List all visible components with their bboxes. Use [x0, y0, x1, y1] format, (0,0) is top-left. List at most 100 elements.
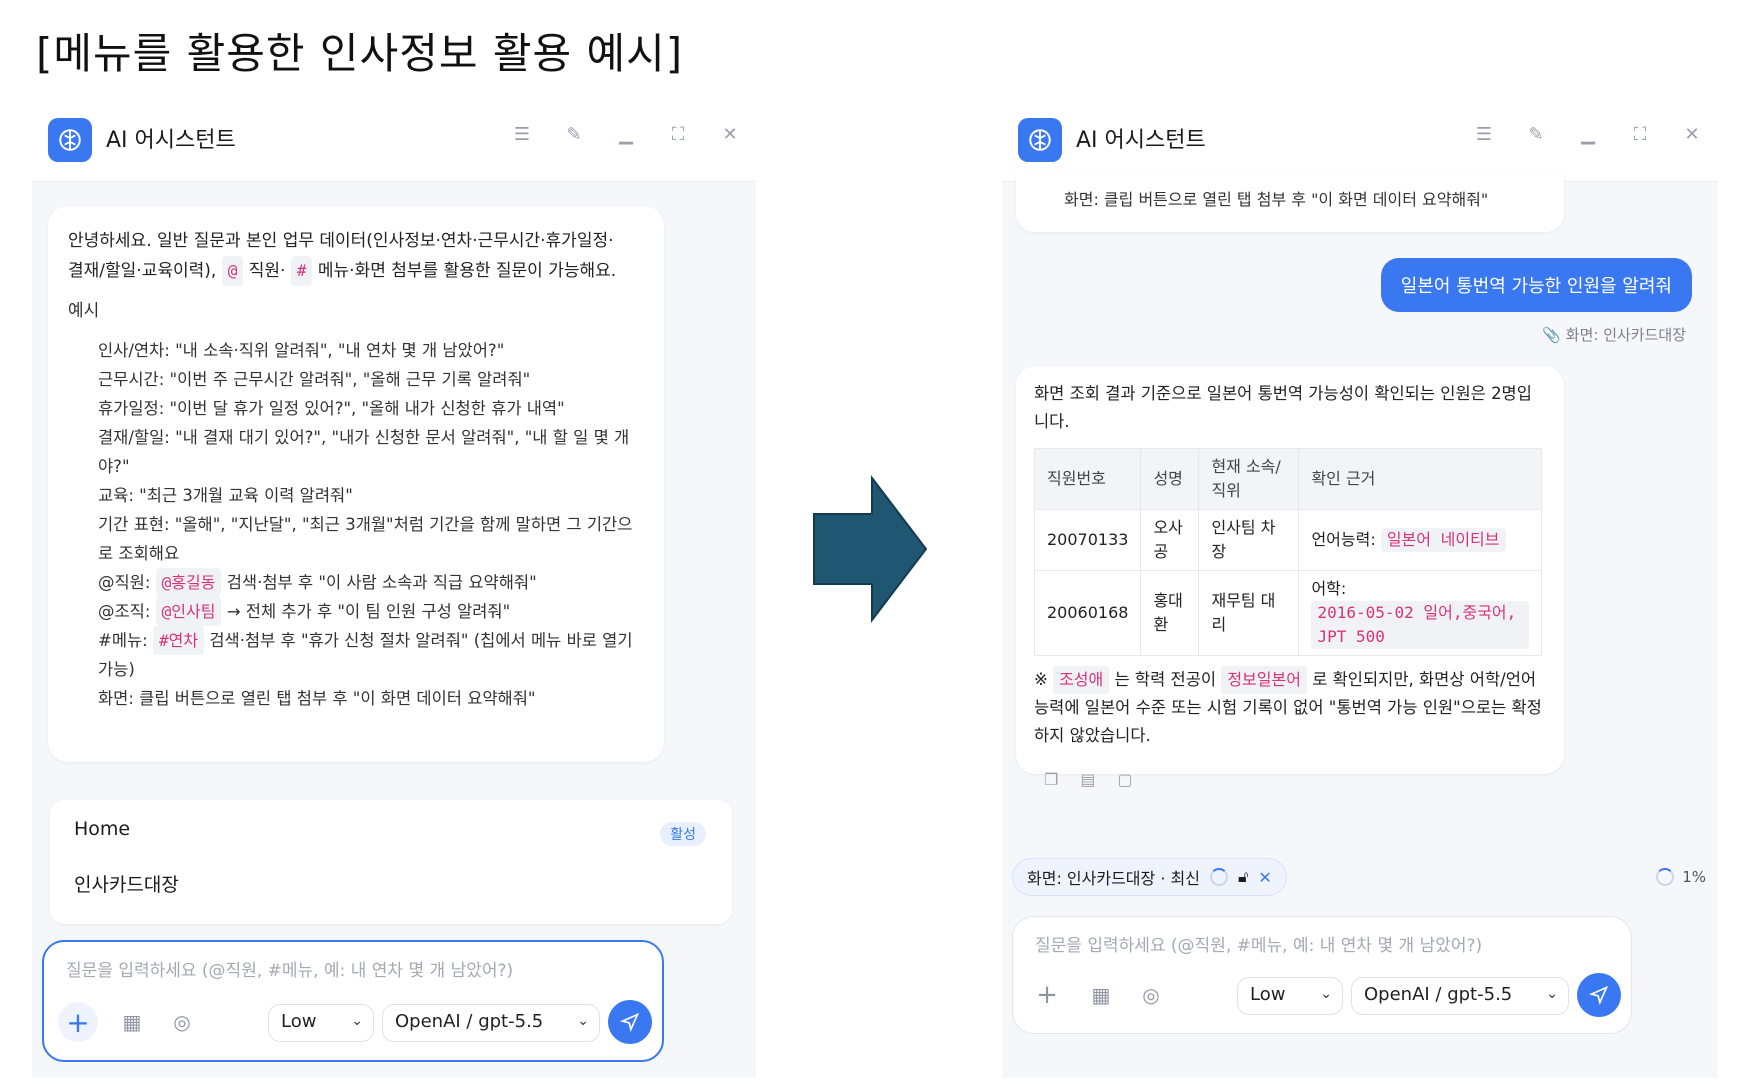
chat-input-box: 질문을 입력하세요 (@직원, #메뉴, 예: 내 연차 몇 개 남았어?) +…: [42, 940, 664, 1062]
attachment-note: 📎 화면: 인사카드대장: [1542, 324, 1686, 345]
list-icon[interactable]: ☰: [510, 122, 534, 146]
intro-text: 직원·: [248, 261, 286, 281]
example-item: 휴가일정: "이번 달 휴가 일정 있어?", "올해 내가 신청한 휴가 내역…: [98, 399, 565, 418]
add-icon[interactable]: +: [1035, 980, 1059, 1010]
example-label: @조직:: [98, 602, 151, 621]
example-label: #메뉴:: [98, 631, 148, 650]
edit-icon[interactable]: ✎: [1524, 122, 1548, 146]
example-item: @조직: @인사팀 → 전체 추가 후 "이 팀 인원 구성 알려줘": [98, 597, 644, 626]
close-icon[interactable]: ✕: [1680, 122, 1704, 146]
send-button[interactable]: [1577, 973, 1621, 1017]
column-header: 현재 소속/직위: [1198, 448, 1300, 510]
basis-label: 언어능력:: [1311, 530, 1376, 549]
fullscreen-icon[interactable]: ⛶: [1628, 122, 1652, 146]
employee-chip: @홍길동: [155, 568, 222, 597]
basis-label: 어학:: [1311, 579, 1347, 598]
close-icon[interactable]: ✕: [718, 122, 742, 146]
copy-icon[interactable]: ❐: [1044, 766, 1058, 794]
remove-icon[interactable]: ✕: [1258, 868, 1271, 887]
send-icon: [620, 1012, 640, 1032]
add-icon[interactable]: +: [58, 1002, 98, 1042]
chat-input[interactable]: 질문을 입력하세요 (@직원, #메뉴, 예: 내 연차 몇 개 남았어?): [1035, 931, 1482, 956]
chevron-down-icon: ⌄: [1320, 986, 1332, 1002]
context-usage: 1%: [1656, 868, 1706, 886]
send-button[interactable]: [608, 1000, 652, 1044]
menu-option-hr-card[interactable]: 인사카드대장: [74, 870, 179, 897]
effort-value: Low: [1250, 984, 1286, 1005]
globe-icon[interactable]: ◎: [170, 1010, 194, 1034]
note-text: 는 학력 전공이: [1114, 670, 1217, 689]
model-select[interactable]: OpenAI / gpt-5.5 ⌄: [382, 1004, 600, 1042]
unlock-icon[interactable]: 🔓︎: [1238, 867, 1248, 887]
export-excel-icon[interactable]: ▤: [1080, 766, 1095, 794]
example-item: @직원: @홍길동 검색·첨부 후 "이 사람 소속과 직급 요약해줘": [98, 568, 644, 597]
name-chip: 조성애: [1053, 666, 1110, 694]
send-icon: [1589, 985, 1609, 1005]
user-message: 일본어 통번역 가능한 인원을 알려줘: [1380, 258, 1692, 312]
example-item: 화면: 클립 버튼으로 열린 탭 첨부 후 "이 화면 데이터 요약해줘": [98, 689, 536, 708]
basis-chip: 2016-05-02 일어,중국어, JPT 500: [1311, 601, 1529, 649]
loading-spinner-icon: [1209, 868, 1228, 886]
panel-header: AI 어시스턴트 ☰ ✎ ▁ ⛶ ✕: [32, 108, 756, 182]
chat-input[interactable]: 질문을 입력하세요 (@직원, #메뉴, 예: 내 연차 몇 개 남았어?): [66, 956, 513, 981]
employee-id-cell: 20060168: [1033, 570, 1142, 656]
answer-summary: 화면 조회 결과 기준으로 일본어 통번역 가능성이 확인되는 인원은 2명입니…: [1034, 384, 1532, 431]
assistant-answer: 화면 조회 결과 기준으로 일본어 통번역 가능성이 확인되는 인원은 2명입니…: [1016, 366, 1564, 789]
employee-id-cell: 20070133: [1033, 509, 1142, 571]
intro-line-2: 결재/할일·교육이력), @ 직원· # 메뉴·화면 첨부를 활용한 질문이 가…: [68, 256, 644, 286]
menu-chip: #연차: [153, 626, 205, 655]
chevron-down-icon: ⌄: [577, 1013, 589, 1029]
basis-chip: 일본어 네이티브: [1380, 528, 1506, 552]
globe-icon[interactable]: ◎: [1139, 983, 1163, 1007]
menu-suggestion-popup: Home 활성 인사카드대장: [50, 800, 732, 924]
effort-select[interactable]: Low ⌄: [268, 1004, 374, 1042]
edit-icon[interactable]: ✎: [562, 122, 586, 146]
previous-message: 화면: 클립 버튼으로 열린 탭 첨부 후 "이 화면 데이터 요약해줘": [1016, 172, 1564, 232]
welcome-message: 안녕하세요. 일반 질문과 본인 업무 데이터(인사정보·연차·근무시간·휴가일…: [48, 206, 664, 762]
basis-cell: 언어능력: 일본어 네이티브: [1298, 509, 1542, 571]
progress-ring-icon: [1656, 868, 1675, 886]
model-select[interactable]: OpenAI / gpt-5.5 ⌄: [1351, 977, 1569, 1015]
example-item: 인사/연차: "내 소속·직위 알려줘", "내 연차 몇 개 남았어?": [98, 341, 505, 360]
fullscreen-icon[interactable]: ⛶: [666, 122, 690, 146]
export-doc-icon[interactable]: ▢: [1117, 766, 1132, 794]
example-text: 검색·첨부 후 "이 사람 소속과 직급 요약해줘": [226, 573, 537, 592]
effort-select[interactable]: Low ⌄: [1237, 977, 1343, 1015]
example-item: 기간 표현: "올해", "지난달", "최근 3개월"처럼 기간을 함께 말하…: [98, 515, 633, 563]
chat-body: 안녕하세요. 일반 질문과 본인 업무 데이터(인사정보·연차·근무시간·휴가일…: [32, 182, 756, 1078]
paperclip-icon: 📎: [1542, 326, 1561, 344]
examples-title: 예시: [68, 301, 100, 321]
panel-header: AI 어시스턴트 ☰ ✎ ▁ ⛶ ✕: [1002, 108, 1718, 182]
table-row: 20070133 오사공 인사팀 차장 언어능력: 일본어 네이티브: [1033, 509, 1542, 571]
name-cell: 홍대환: [1140, 570, 1200, 656]
calendar-icon[interactable]: ▦: [120, 1010, 144, 1034]
chevron-down-icon: ⌄: [351, 1013, 363, 1029]
chat-input-box: 질문을 입력하세요 (@직원, #메뉴, 예: 내 연차 몇 개 남았어?) +…: [1012, 916, 1632, 1034]
panel-title: AI 어시스턴트: [1076, 128, 1206, 153]
examples-list: 인사/연차: "내 소속·직위 알려줘", "내 연차 몇 개 남았어?" 근무…: [68, 336, 644, 713]
name-cell: 오사공: [1140, 509, 1200, 571]
minimize-icon[interactable]: ▁: [1576, 122, 1600, 146]
model-value: OpenAI / gpt-5.5: [1364, 984, 1513, 1005]
assistant-panel-after: AI 어시스턴트 ☰ ✎ ▁ ⛶ ✕ 화면: 클립 버튼으로 열린 탭 첨부 후…: [1002, 108, 1718, 1078]
table-header-row: 직원번호 성명 현재 소속/직위 확인 근거: [1033, 448, 1542, 510]
intro-text: 메뉴·화면 첨부를 활용한 질문이 가능해요.: [317, 261, 617, 281]
active-badge: 활성: [660, 822, 706, 846]
minimize-icon[interactable]: ▁: [614, 122, 638, 146]
note-mark: ※: [1034, 670, 1048, 689]
model-value: OpenAI / gpt-5.5: [395, 1011, 544, 1032]
example-item: 교육: "최근 3개월 교육 이력 알려줘": [98, 486, 353, 505]
screen-attachment-chip[interactable]: 화면: 인사카드대장 · 최신 🔓︎ ✕: [1012, 858, 1287, 896]
assistant-panel-before: AI 어시스턴트 ☰ ✎ ▁ ⛶ ✕ 안녕하세요. 일반 질문과 본인 업무 데…: [32, 108, 756, 1078]
menu-chip: #: [290, 256, 313, 286]
mention-chip: @: [221, 256, 244, 286]
example-item: 근무시간: "이번 주 근무시간 알려줘", "올해 근무 기록 알려줘": [98, 370, 531, 389]
panel-title: AI 어시스턴트: [106, 128, 236, 153]
menu-option-home[interactable]: Home: [74, 818, 130, 840]
basis-cell: 어학: 2016-05-02 일어,중국어, JPT 500: [1298, 570, 1542, 656]
calendar-icon[interactable]: ▦: [1089, 983, 1113, 1007]
list-icon[interactable]: ☰: [1472, 122, 1496, 146]
attachment-label: 화면: 인사카드대장: [1565, 326, 1686, 344]
page-title: [메뉴를 활용한 인사정보 활용 예시]: [36, 29, 684, 78]
org-chip: @인사팀: [155, 597, 222, 626]
